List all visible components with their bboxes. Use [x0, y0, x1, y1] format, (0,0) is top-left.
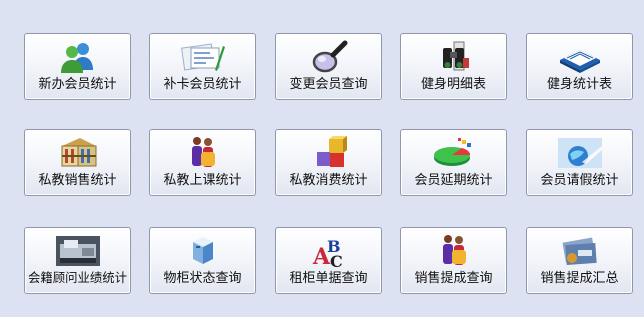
- tile-label: 租柜单据查询: [289, 271, 368, 286]
- tile-member-leave-stats[interactable]: 会员请假统计: [526, 129, 633, 196]
- tile-label: 会员请假统计: [540, 173, 619, 188]
- people-group-icon: [432, 234, 476, 268]
- people-group-icon: [181, 136, 225, 170]
- tile-locker-rental-receipt-query[interactable]: ABC 租柜单据查询: [275, 227, 382, 294]
- blocks-icon: [307, 136, 351, 170]
- letters-icon: ABC: [307, 234, 351, 268]
- tile-label: 新办会员统计: [38, 77, 117, 92]
- tile-label: 销售提成汇总: [540, 271, 619, 286]
- tile-sales-commission-query[interactable]: 销售提成查询: [400, 227, 507, 294]
- tile-pt-class-stats[interactable]: 私教上课统计: [149, 129, 256, 196]
- tile-reissue-card-stats[interactable]: 补卡会员统计: [149, 33, 256, 100]
- tile-advisor-performance-stats[interactable]: 会籍顾问业绩统计: [24, 227, 131, 294]
- pie-chart-icon: [432, 136, 476, 170]
- tile-label: 销售提成查询: [414, 271, 493, 286]
- tile-label: 会籍顾问业绩统计: [27, 270, 128, 285]
- tile-label: 私教上课统计: [163, 173, 242, 188]
- users-icon: [56, 40, 100, 74]
- tile-label: 物柜状态查询: [163, 271, 242, 286]
- binoculars-icon: [432, 40, 476, 74]
- magnifier-icon: [307, 40, 351, 74]
- tile-fitness-stats[interactable]: 健身统计表: [526, 33, 633, 100]
- svg-text:C: C: [330, 252, 343, 268]
- tile-label: 会员延期统计: [414, 173, 493, 188]
- tile-member-extension-stats[interactable]: 会员延期统计: [400, 129, 507, 196]
- tile-pt-consumption-stats[interactable]: 私教消费统计: [275, 129, 382, 196]
- tile-label: 私教消费统计: [289, 173, 368, 188]
- money-icon: [558, 234, 602, 268]
- cabinet-icon: [181, 234, 225, 268]
- machine-photo-icon: [55, 234, 100, 268]
- tile-pt-sales-stats[interactable]: 私教销售统计: [24, 129, 131, 196]
- tile-label: 私教销售统计: [38, 173, 117, 188]
- tile-sales-commission-summary[interactable]: 销售提成汇总: [526, 227, 633, 294]
- tile-change-member-query[interactable]: 变更会员查询: [275, 33, 382, 100]
- tile-label: 健身明细表: [420, 77, 486, 92]
- tile-label: 变更会员查询: [289, 77, 368, 92]
- tile-locker-status-query[interactable]: 物柜状态查询: [149, 227, 256, 294]
- tile-label: 补卡会员统计: [163, 77, 242, 92]
- blue-book-icon: [558, 40, 602, 74]
- globe-icon: [557, 136, 602, 170]
- tile-fitness-detail[interactable]: 健身明细表: [400, 33, 507, 100]
- tile-new-member-stats[interactable]: 新办会员统计: [24, 33, 131, 100]
- tile-label: 健身统计表: [546, 77, 612, 92]
- card-pen-icon: [180, 40, 225, 74]
- abacus-icon: [56, 136, 100, 170]
